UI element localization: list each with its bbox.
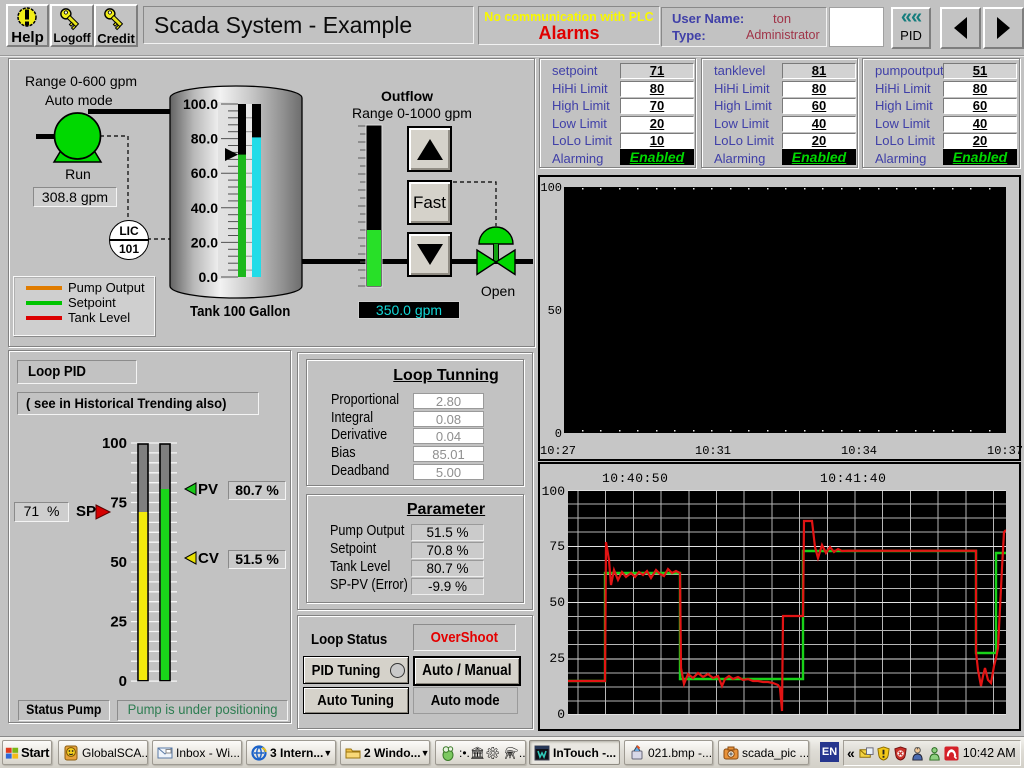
svg-text:50: 50 xyxy=(110,554,127,571)
svg-text:0.0: 0.0 xyxy=(199,269,219,285)
svg-text:40.0: 40.0 xyxy=(191,200,218,216)
svg-text:75: 75 xyxy=(110,495,127,512)
svg-text:0: 0 xyxy=(119,673,127,690)
svg-text:25: 25 xyxy=(110,614,127,631)
svg-text:20.0: 20.0 xyxy=(191,234,218,250)
svg-text:80.0: 80.0 xyxy=(191,131,218,147)
svg-text:100: 100 xyxy=(102,435,127,452)
svg-text:100.0: 100.0 xyxy=(183,96,218,112)
svg-text:60.0: 60.0 xyxy=(191,165,218,181)
